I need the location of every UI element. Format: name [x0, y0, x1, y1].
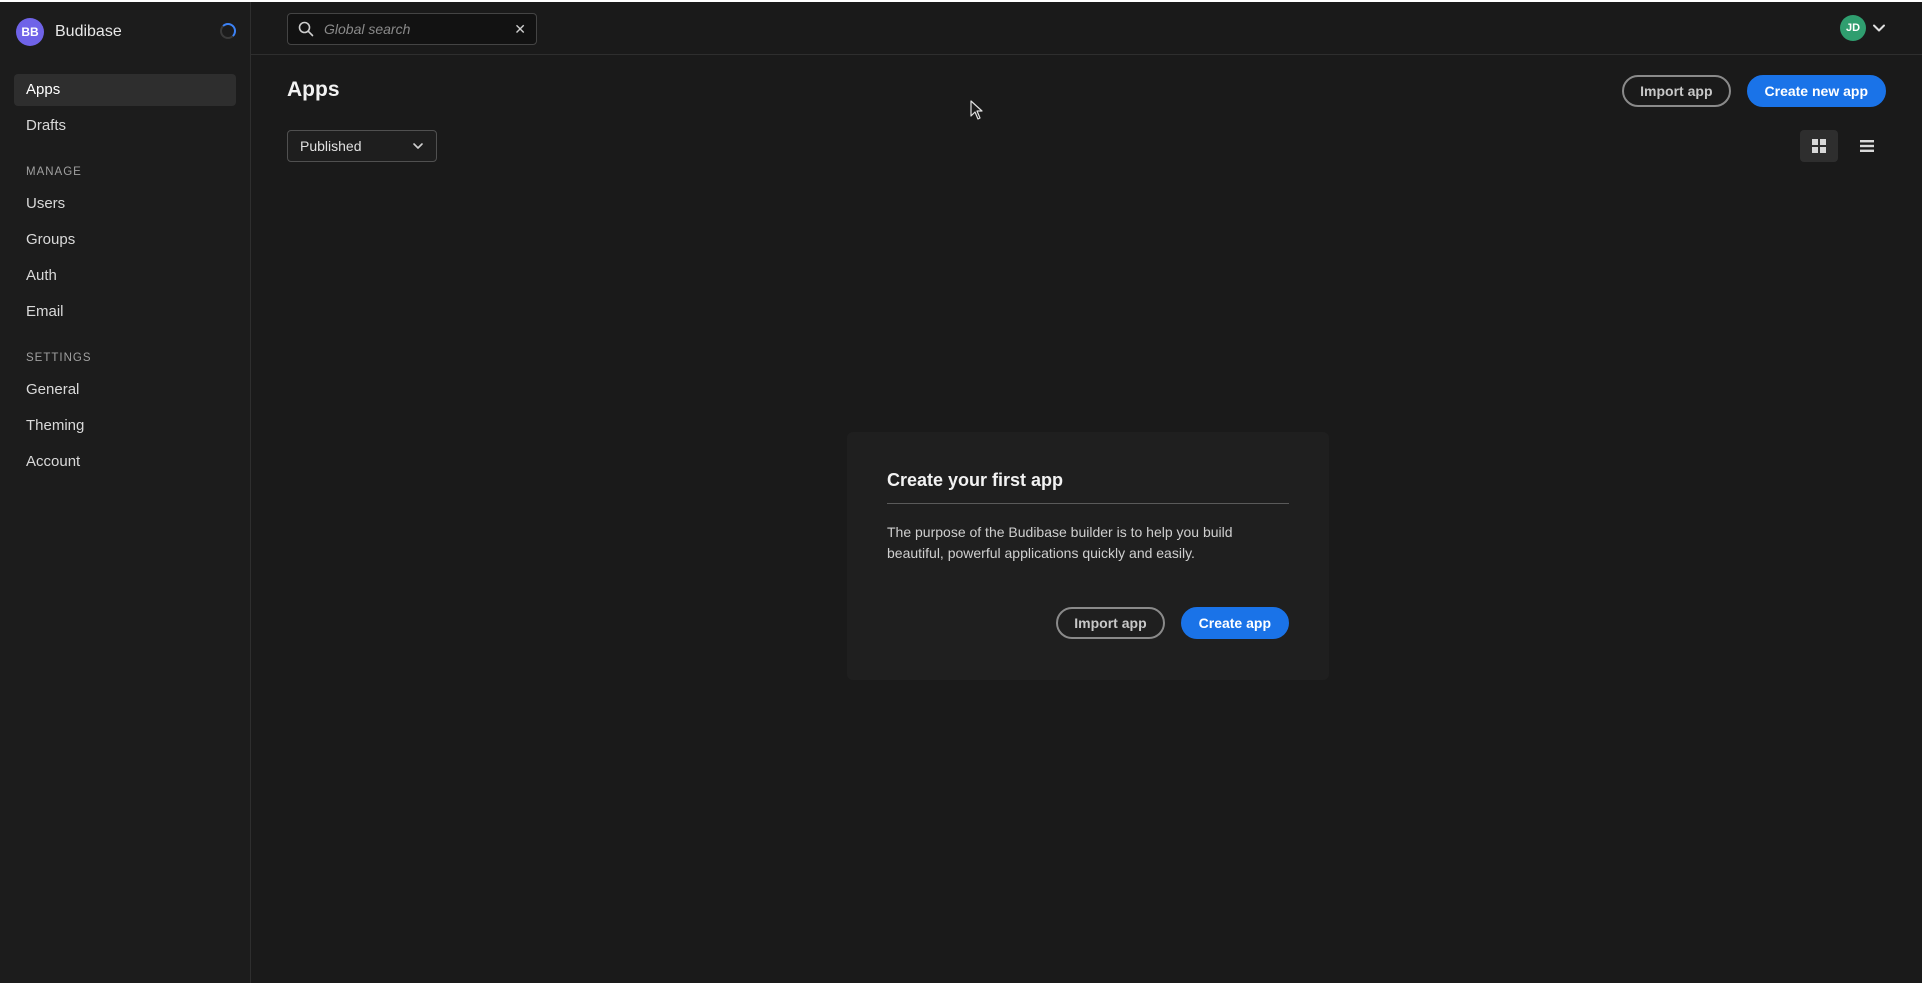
sidebar-item-email[interactable]: Email [14, 296, 236, 328]
empty-state-description: The purpose of the Budibase builder is t… [887, 524, 1233, 561]
app-window: BB Budibase Apps Drafts MANAGE Users Gro… [0, 0, 1922, 983]
sidebar-item-account[interactable]: Account [14, 446, 236, 478]
filter-row: Published [287, 130, 1886, 164]
search-icon [298, 21, 314, 37]
list-icon [1860, 140, 1874, 152]
sidebar-item-users[interactable]: Users [14, 188, 236, 220]
loading-spinner-icon [220, 23, 236, 39]
empty-state-card: Create your first app The purpose of the… [847, 432, 1329, 680]
topbar: ✕ JD [251, 2, 1922, 55]
page-title: Apps [287, 78, 340, 101]
sidebar-item-apps[interactable]: Apps [14, 74, 236, 106]
empty-state-actions: Import app Create app [1056, 607, 1289, 639]
close-icon[interactable]: ✕ [514, 21, 526, 38]
global-search[interactable]: ✕ [287, 13, 537, 45]
status-filter-value: Published [300, 138, 362, 154]
sidebar-item-drafts[interactable]: Drafts [14, 110, 236, 142]
sidebar-item-theming[interactable]: Theming [14, 410, 236, 442]
grid-icon [1812, 139, 1826, 153]
chevron-down-icon [1873, 24, 1885, 32]
page-header: Apps Import app Create new app [287, 72, 1886, 112]
view-toggle [1800, 130, 1886, 162]
search-input[interactable] [322, 20, 515, 38]
sidebar-item-groups[interactable]: Groups [14, 224, 236, 256]
user-menu[interactable]: JD [1840, 15, 1886, 41]
header-actions: Import app Create new app [1622, 75, 1886, 107]
create-app-button[interactable]: Create app [1180, 607, 1289, 639]
avatar: JD [1840, 15, 1866, 41]
sidebar-item-auth[interactable]: Auth [14, 260, 236, 292]
sidebar-item-general[interactable]: General [14, 374, 236, 406]
sidebar: BB Budibase Apps Drafts MANAGE Users Gro… [0, 2, 251, 983]
chevron-down-icon [413, 143, 423, 149]
list-view-button[interactable] [1848, 130, 1886, 162]
status-filter-select[interactable]: Published [287, 130, 437, 162]
section-label-manage: MANAGE [26, 166, 82, 178]
section-label-settings: SETTINGS [26, 352, 92, 364]
brand-avatar: BB [16, 18, 44, 46]
grid-view-button[interactable] [1800, 130, 1838, 162]
mouse-cursor-icon [970, 100, 983, 120]
brand[interactable]: BB Budibase [14, 16, 236, 48]
brand-name: Budibase [55, 23, 122, 40]
create-new-app-button[interactable]: Create new app [1746, 75, 1886, 107]
import-app-button[interactable]: Import app [1622, 75, 1731, 107]
empty-state-title: Create your first app [887, 470, 1289, 504]
empty-import-app-button[interactable]: Import app [1056, 607, 1165, 639]
main-content: ✕ JD Apps Import app Create new app Publ… [251, 2, 1922, 983]
